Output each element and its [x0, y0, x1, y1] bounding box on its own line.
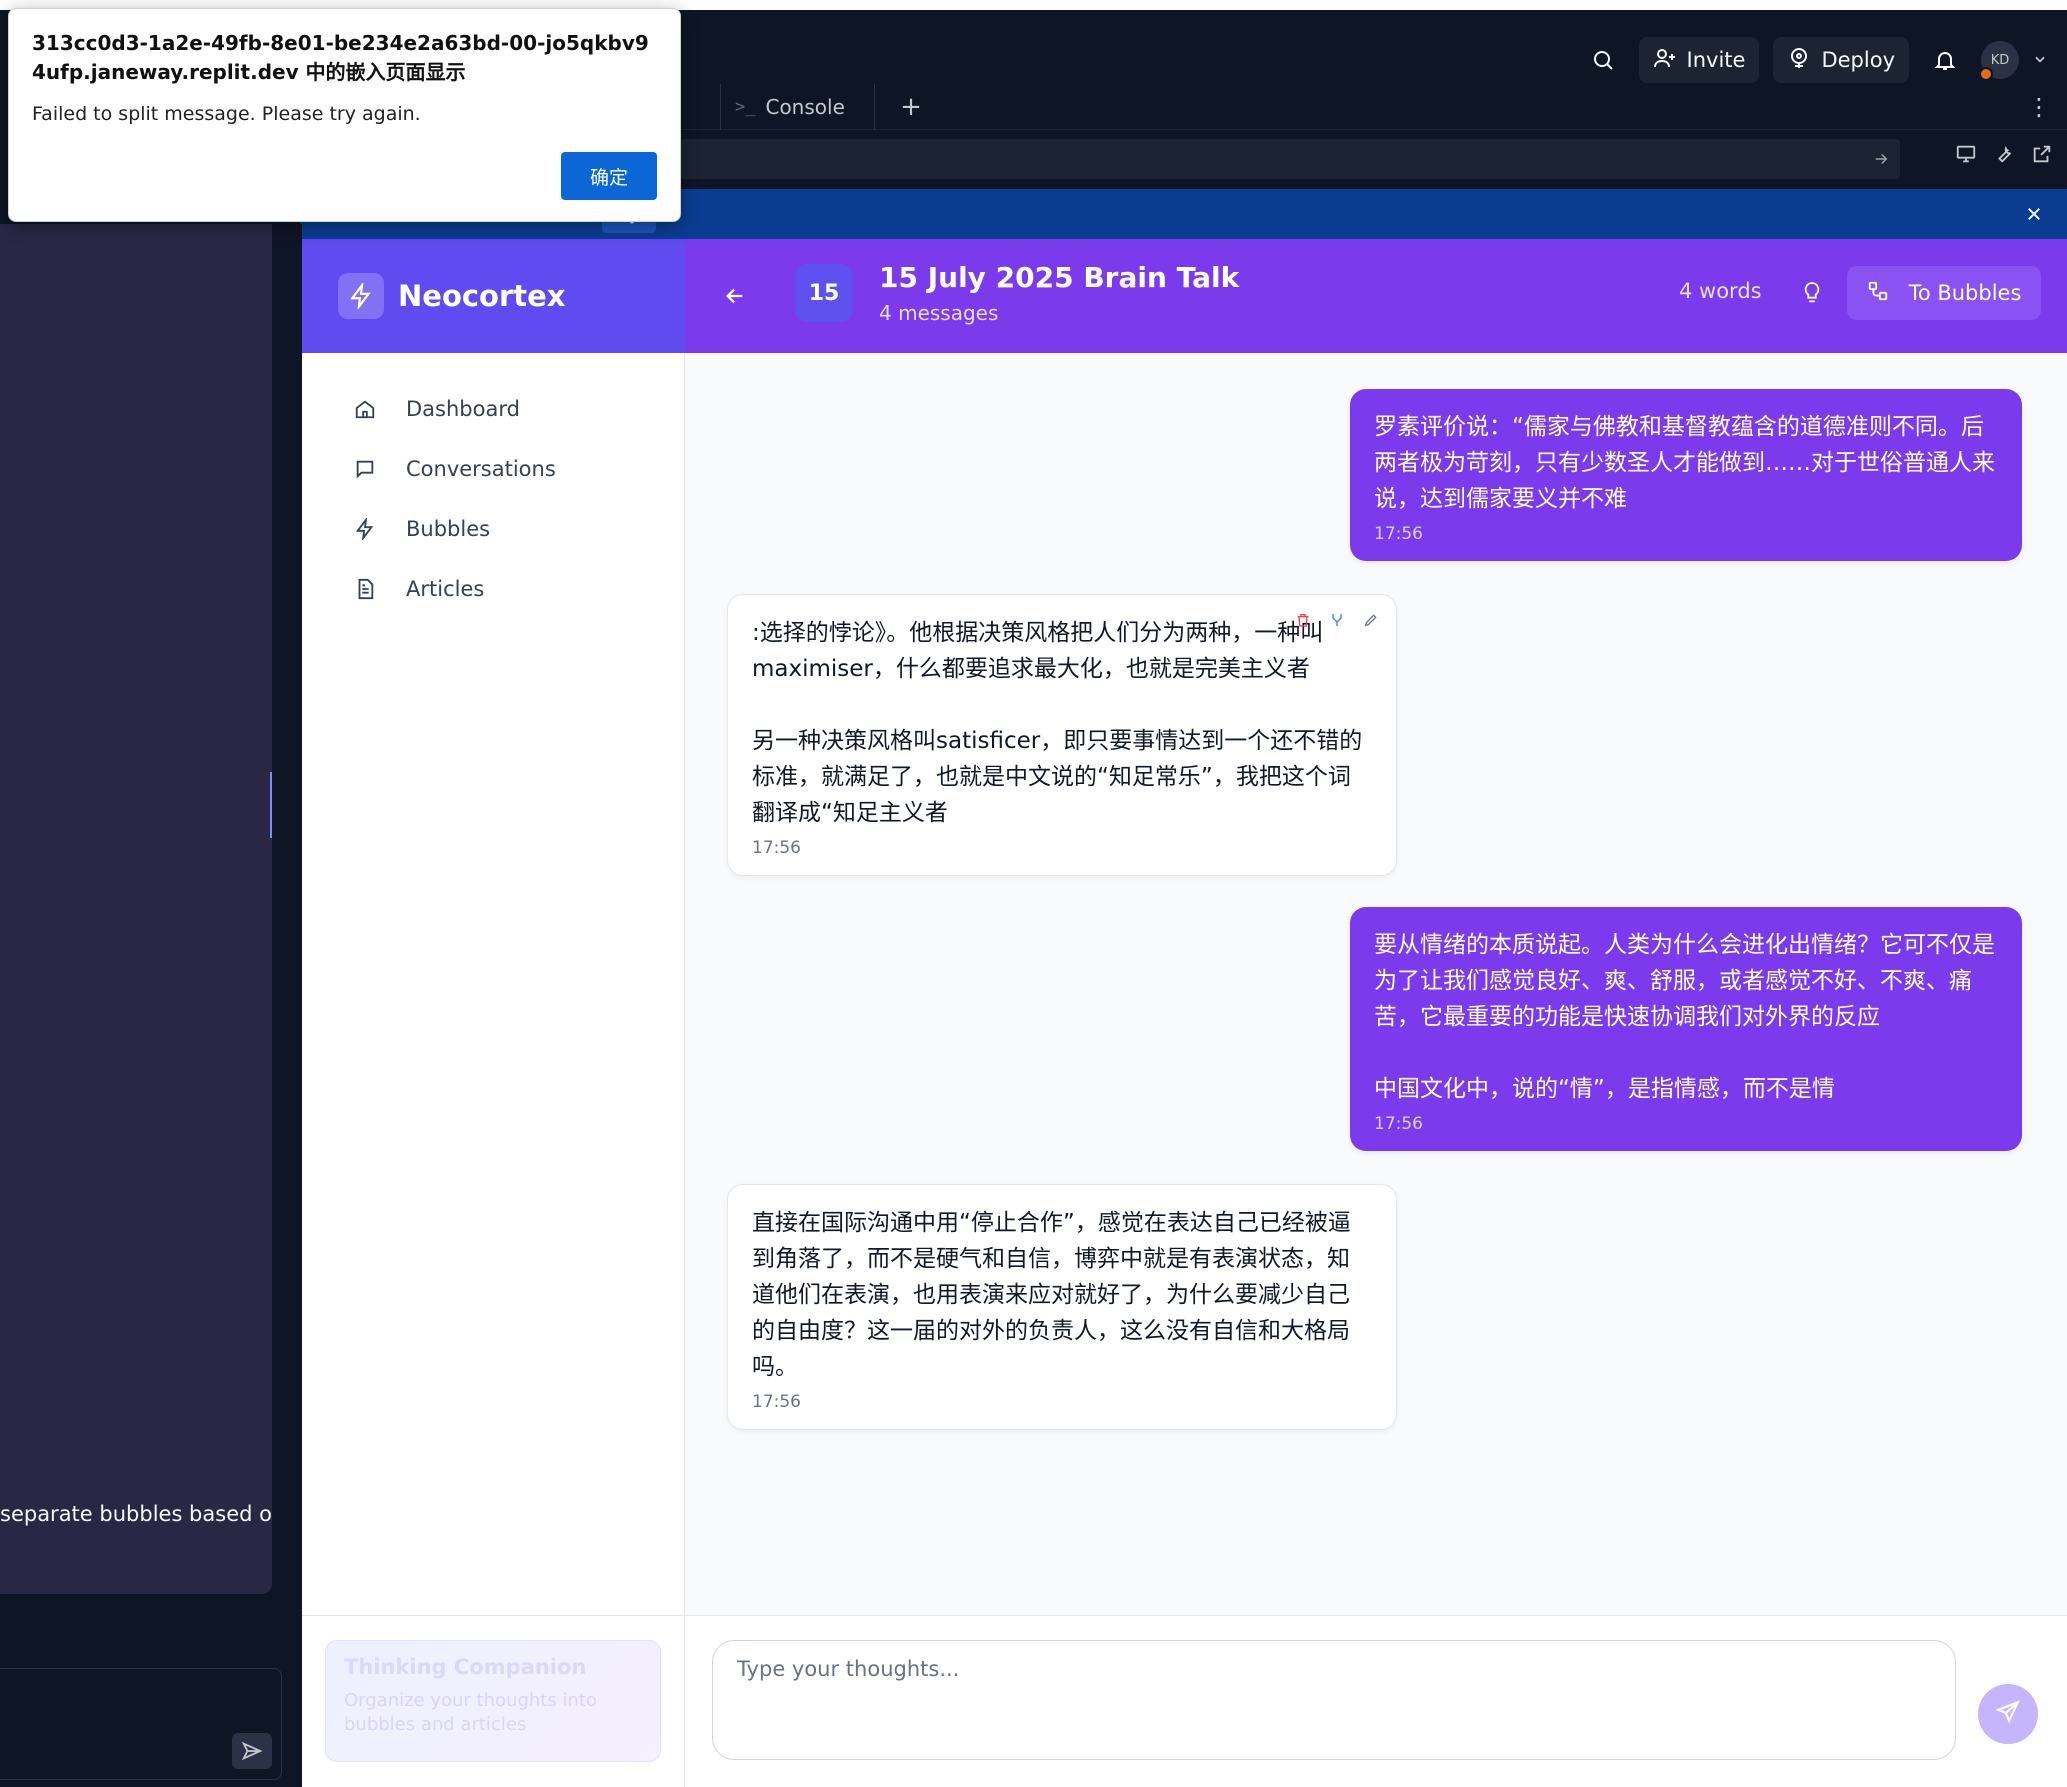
brand-header: Neocortex: [302, 239, 685, 353]
bolt-icon: [352, 516, 378, 542]
companion-subtitle: Organize your thoughts into bubbles and …: [344, 1690, 597, 1735]
external-link-icon[interactable]: [2031, 143, 2053, 169]
arrow-right-icon[interactable]: [1872, 139, 1890, 179]
terminal-icon: >_: [735, 97, 756, 117]
document-icon: [352, 576, 378, 602]
word-count: 4 words: [1679, 279, 1762, 303]
message-time: 17:56: [752, 1392, 801, 1412]
message-assistant[interactable]: :选择的悖论》。他根据决策风格把人们分为两种，一种叫maximiser，什么都要…: [727, 594, 1397, 876]
message-text: 罗素评价说：“儒家与佛教和基督教蕴含的道德准则不同。后两者极为苛刻，只有少数圣人…: [1374, 414, 1995, 512]
replit-tab-bar: >_ Console + ⋮: [680, 84, 2067, 130]
message-user[interactable]: 要从情绪的本质说起。人类为什么会进化出情绪？它可不仅是为了让我们感觉良好、爽、舒…: [1350, 907, 2022, 1151]
avatar[interactable]: KD: [1979, 41, 2019, 81]
conversation-title: 15 July 2025 Brain Talk: [879, 261, 1240, 294]
alert-message: Failed to split message. Please try agai…: [32, 103, 421, 125]
thought-input[interactable]: [712, 1640, 1956, 1760]
to-bubbles-button[interactable]: To Bubbles: [1847, 266, 2041, 320]
home-icon: [352, 396, 378, 422]
message-icon: [352, 456, 378, 482]
split-icon[interactable]: [1326, 609, 1348, 631]
sidebar-item-label: Articles: [406, 577, 485, 601]
app-sidebar: Neocortex Dashboard Conversations Bubble…: [302, 239, 685, 1787]
top-actions: Invite Deploy KD: [1581, 36, 2047, 84]
message-list: 罗素评价说：“儒家与佛教和基督教蕴含的道德准则不同。后两者极为苛刻，只有少数圣人…: [685, 353, 2067, 1615]
chat-header: 15 15 July 2025 Brain Talk 4 messages 4 …: [685, 239, 2067, 353]
message-text: :选择的悖论》。他根据决策风格把人们分为两种，一种叫maximiser，什么都要…: [752, 620, 1363, 826]
add-user-icon: [1653, 46, 1677, 75]
pencil-icon[interactable]: [1360, 609, 1382, 631]
webview-tools: [1955, 143, 2053, 169]
to-bubbles-label: To Bubbles: [1908, 281, 2022, 305]
message-assistant[interactable]: 直接在国际沟通中用“停止合作”，感觉在表达自己已经被逼到角落了，而不是硬气和自信…: [727, 1184, 1397, 1430]
message-time: 17:56: [1374, 1114, 1423, 1134]
screen: Invite Deploy KD >_ Console + ⋮ separate…: [0, 0, 2067, 1787]
split-icon: [1867, 280, 1889, 307]
composer: [685, 1615, 2067, 1787]
chevron-down-icon[interactable]: [2033, 51, 2047, 70]
message-time: 17:56: [1374, 524, 1423, 544]
deploy-label: Deploy: [1821, 48, 1895, 72]
sidebar-item-label: Conversations: [406, 457, 556, 481]
avatar-initials: KD: [1990, 52, 2010, 68]
sidebar-item-dashboard[interactable]: Dashboard: [336, 379, 656, 439]
url-input[interactable]: [680, 139, 1900, 179]
lightbulb-icon[interactable]: [1795, 275, 1829, 313]
sidebar-nav: Dashboard Conversations Bubbles Articles: [336, 379, 656, 619]
wrench-icon[interactable]: [1993, 143, 2015, 169]
more-vertical-icon[interactable]: ⋮: [2027, 84, 2051, 130]
sidebar-item-label: Dashboard: [406, 397, 520, 421]
deploy-button[interactable]: Deploy: [1773, 37, 1909, 83]
panel-resize-handle[interactable]: [270, 772, 272, 838]
avatar-status-dot: [1979, 67, 1993, 81]
trash-icon[interactable]: [1292, 609, 1314, 631]
webview-url-bar: [680, 135, 2067, 183]
alert-dialog: 313cc0d3-1a2e-49fb-8e01-be234e2a63bd-00-…: [8, 8, 681, 222]
brand-name: Neocortex: [398, 279, 566, 313]
message-user[interactable]: 罗素评价说：“儒家与佛教和基督教蕴含的道德准则不同。后两者极为苛刻，只有少数圣人…: [1350, 389, 2022, 561]
back-arrow-icon[interactable]: [713, 274, 757, 318]
alert-title: 313cc0d3-1a2e-49fb-8e01-be234e2a63bd-00-…: [32, 31, 649, 84]
sidebar-item-bubbles[interactable]: Bubbles: [336, 499, 656, 559]
message-actions: [1292, 609, 1382, 631]
neocortex-app: Neocortex Dashboard Conversations Bubble…: [302, 239, 2067, 1787]
agent-panel: [0, 224, 272, 1594]
monitor-icon[interactable]: [1955, 143, 1977, 169]
message-text: 直接在国际沟通中用“停止合作”，感觉在表达自己已经被逼到角落了，而不是硬气和自信…: [752, 1210, 1351, 1380]
bolt-icon: [338, 273, 384, 319]
tab-console-label: Console: [765, 95, 845, 119]
search-icon[interactable]: [1581, 38, 1625, 82]
tab-console[interactable]: >_ Console: [720, 84, 875, 130]
bell-icon[interactable]: [1923, 38, 1967, 82]
message-count: 4 messages: [879, 301, 999, 325]
thinking-companion-card: Thinking Companion Organize your thought…: [325, 1640, 661, 1762]
invite-button[interactable]: Invite: [1638, 37, 1760, 83]
companion-area: Thinking Companion Organize your thought…: [302, 1615, 685, 1787]
sidebar-item-label: Bubbles: [406, 517, 491, 541]
panel-divider: [282, 224, 302, 1787]
deploy-icon: [1787, 46, 1811, 75]
invite-label: Invite: [1686, 48, 1746, 72]
send-icon: [1995, 1699, 2021, 1729]
agent-message-snippet: separate bubbles based on: [0, 1502, 272, 1526]
close-icon[interactable]: [2019, 199, 2049, 229]
message-text: 要从情绪的本质说起。人类为什么会进化出情绪？它可不仅是为了让我们感觉良好、爽、舒…: [1374, 932, 1995, 1102]
alert-ok-button[interactable]: 确定: [561, 152, 657, 200]
sidebar-item-conversations[interactable]: Conversations: [336, 439, 656, 499]
add-tab-button[interactable]: +: [888, 84, 934, 130]
date-badge: 15: [795, 264, 853, 322]
sidebar-item-articles[interactable]: Articles: [336, 559, 656, 619]
send-button[interactable]: [1978, 1684, 2038, 1744]
agent-send-icon[interactable]: [232, 1733, 272, 1769]
companion-title: Thinking Companion: [344, 1655, 587, 1679]
message-time: 17:56: [752, 838, 801, 858]
